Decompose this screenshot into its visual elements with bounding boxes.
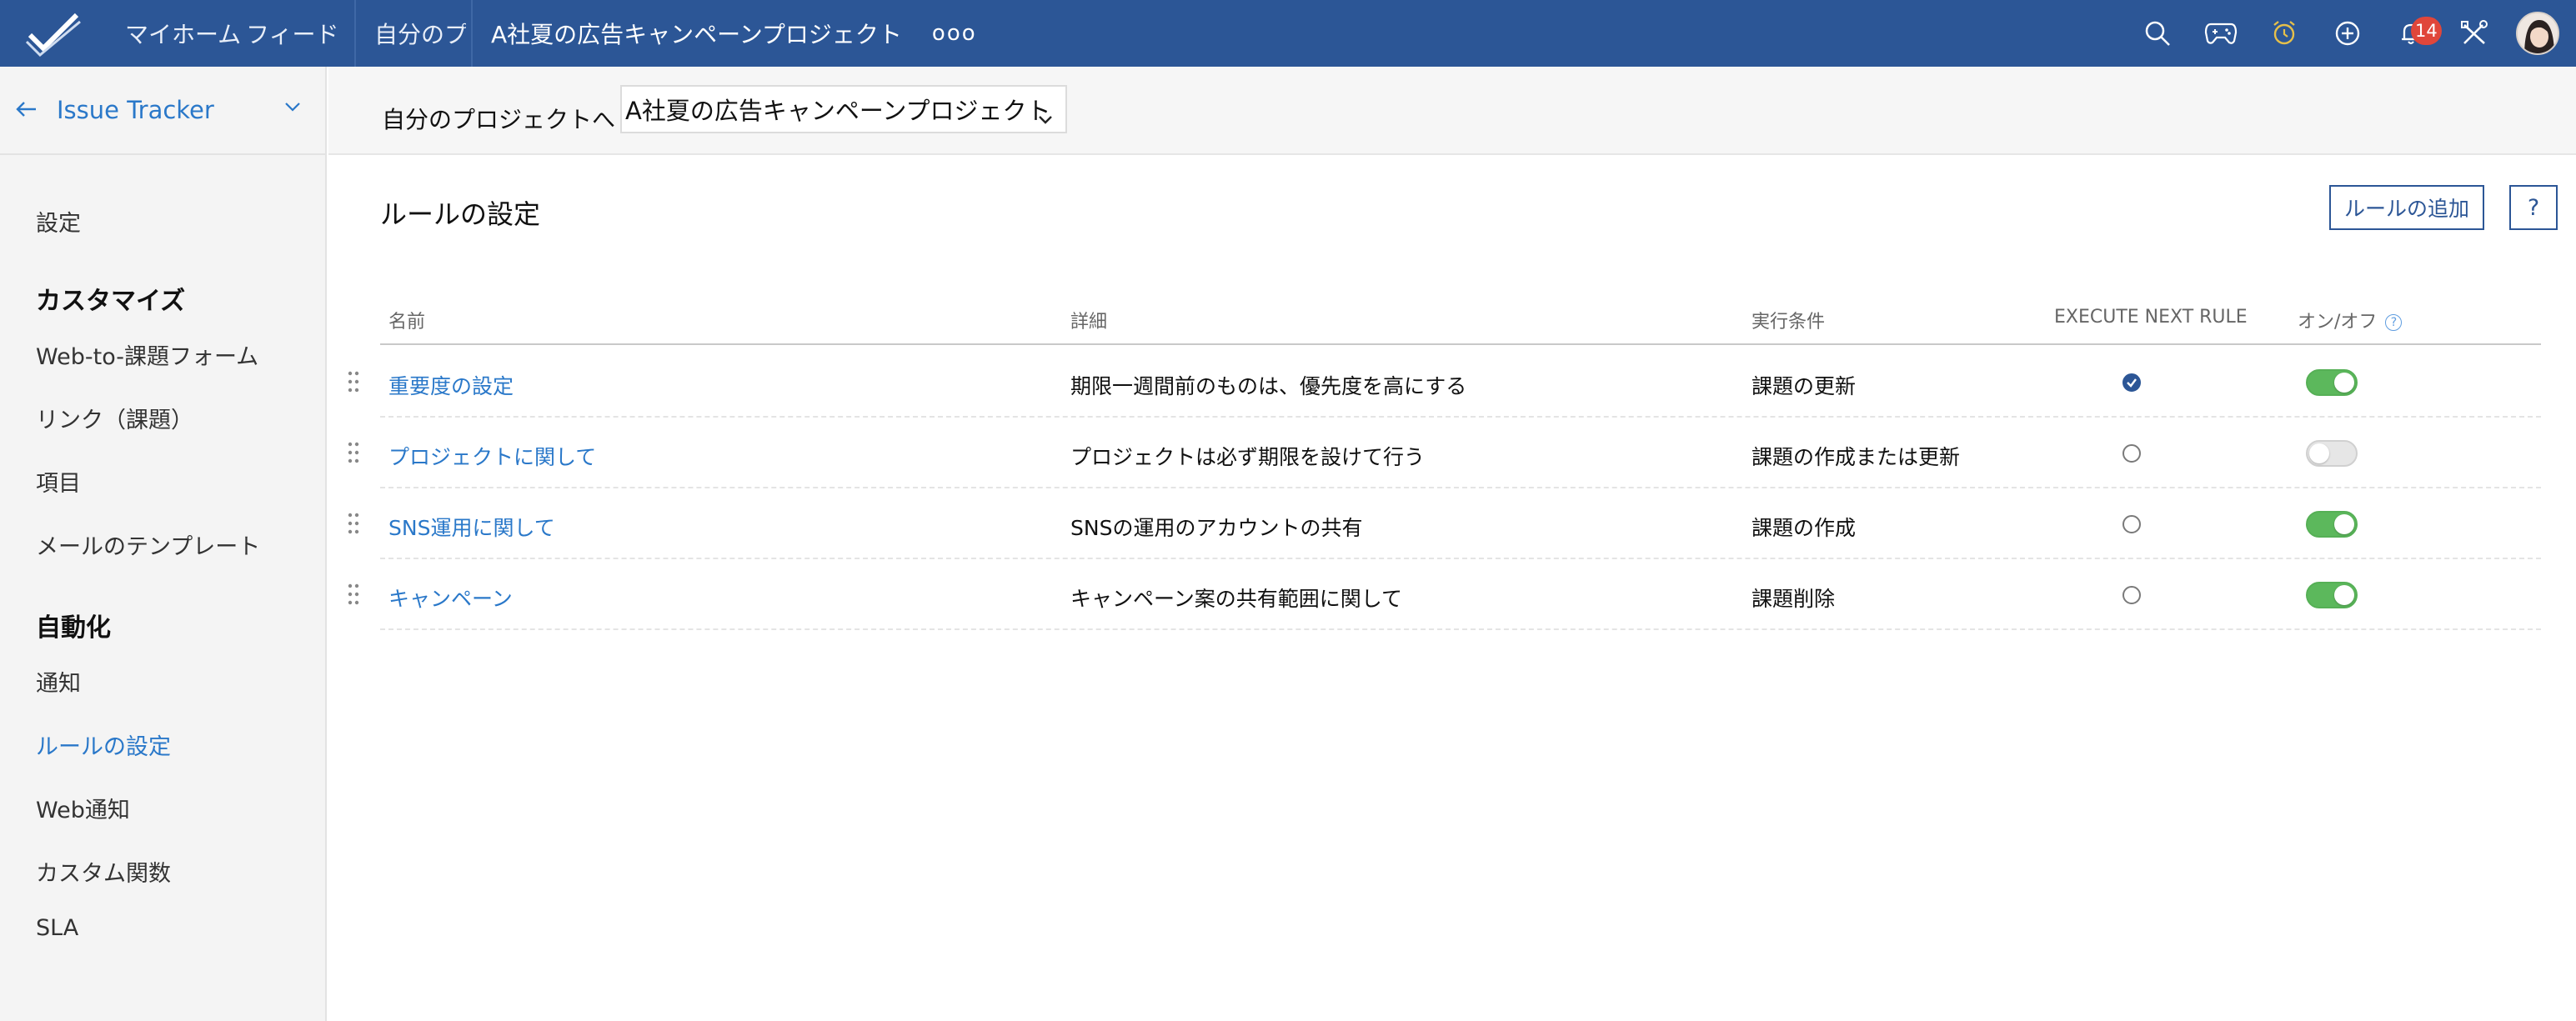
help-circle-icon[interactable]: ? [2385, 314, 2403, 331]
column-header-execute-next-rule: EXECUTE NEXT RULE [2054, 307, 2248, 328]
help-button[interactable]: ? [2509, 185, 2558, 230]
column-header-condition: 実行条件 [1752, 312, 1826, 333]
rule-toggle[interactable] [2306, 369, 2358, 396]
gamepad-icon[interactable] [2189, 0, 2253, 67]
nav-divider [471, 0, 473, 67]
sidebar-item-web-to-issue-form[interactable]: Web-to-課題フォーム [36, 338, 258, 371]
rule-condition: 課題の作成 [1752, 516, 1857, 540]
rule-condition: 課題の更新 [1752, 374, 1857, 398]
column-header-onoff-label: オン/オフ [2298, 312, 2378, 333]
drag-handle-icon[interactable] [347, 512, 360, 535]
table-row: 重要度の設定 期限一週間前のものは、優先度を高にする 課題の更新 [348, 347, 2541, 418]
execute-next-rule-radio[interactable] [2122, 586, 2141, 604]
project-select-value: A社夏の広告キャンペーンプロジェクト [625, 97, 1051, 125]
rule-detail: プロジェクトは必ず期限を設けて行う [1070, 445, 1426, 469]
add-rule-button[interactable]: ルールの追加 [2329, 185, 2484, 230]
drag-handle-icon[interactable] [347, 441, 360, 464]
execute-next-rule-radio[interactable] [2122, 444, 2141, 463]
sidebar-item-email-templates[interactable]: メールのテンプレート [36, 528, 260, 561]
chevron-down-icon[interactable] [283, 100, 302, 116]
rule-detail: SNSの運用のアカウントの共有 [1070, 516, 1363, 540]
rule-toggle[interactable] [2306, 511, 2358, 538]
rules-table-header: 名前 詳細 実行条件 EXECUTE NEXT RULE オン/オフ? [380, 298, 2541, 345]
nav-more-icon[interactable]: ooo [932, 0, 977, 67]
sidebar-item-custom-functions[interactable]: カスタム関数 [36, 855, 171, 888]
app-logo-icon[interactable] [0, 0, 108, 67]
sidebar-item-sla[interactable]: SLA [36, 915, 78, 941]
go-to-project-label: 自分のプロジェクトへ [382, 106, 616, 133]
execute-next-rule-radio[interactable] [2122, 515, 2141, 533]
toggle-knob [2334, 514, 2354, 534]
sidebar-section-automation: 自動化 [36, 613, 111, 643]
sidebar-item-notifications[interactable]: 通知 [36, 665, 81, 698]
sidebar-item-rules[interactable]: ルールの設定 [36, 728, 171, 761]
project-select[interactable]: A社夏の広告キャンペーンプロジェクト [620, 85, 1067, 133]
sidebar-item-links[interactable]: リンク（課題） [36, 402, 193, 434]
toggle-knob [2309, 443, 2329, 463]
notification-badge: 14 [2411, 17, 2442, 45]
sidebar-app-title[interactable]: Issue Tracker [57, 96, 214, 124]
nav-home[interactable]: マイホーム [125, 0, 246, 67]
rule-name-link[interactable]: キャンペーン [388, 583, 513, 613]
rule-detail: キャンペーン案の共有範囲に関して [1070, 587, 1403, 611]
add-circle-icon[interactable] [2316, 0, 2379, 67]
nav-divider [354, 0, 356, 67]
back-arrow-icon[interactable] [15, 96, 48, 125]
nav-feed[interactable]: フィード [246, 0, 338, 67]
drag-handle-icon[interactable] [347, 370, 360, 393]
column-header-detail: 詳細 [1070, 312, 1108, 333]
nav-current-project[interactable]: A社夏の広告キャンペーンプロジェクト [491, 0, 902, 67]
alarm-clock-icon[interactable] [2253, 0, 2316, 67]
rule-name-link[interactable]: 重要度の設定 [388, 370, 514, 400]
table-row: キャンペーン キャンペーン案の共有範囲に関して 課題削除 [348, 559, 2541, 630]
column-header-onoff: オン/オフ? [2298, 307, 2403, 333]
sidebar-item-settings[interactable]: 設定 [36, 205, 81, 238]
sidebar: Issue Tracker 設定 カスタマイズ Web-to-課題フォーム リン… [0, 67, 327, 1021]
topbar-icons: 14 [2126, 0, 2576, 67]
nav-my-projects[interactable]: 自分のプロジェクト [374, 0, 466, 67]
sidebar-section-customize: カスタマイズ [36, 287, 186, 316]
user-avatar[interactable] [2516, 12, 2559, 55]
toggle-knob [2334, 373, 2354, 393]
top-navigation-bar: マイホーム フィード 自分のプロジェクト A社夏の広告キャンペーンプロジェクト … [0, 0, 2576, 67]
page-title: ルールの設定 [380, 198, 541, 230]
project-switcher-bar: 自分のプロジェクトへ A社夏の広告キャンペーンプロジェクト [328, 67, 2576, 155]
sidebar-header[interactable]: Issue Tracker [0, 67, 325, 155]
drag-handle-icon[interactable] [347, 583, 360, 606]
rule-condition: 課題の作成または更新 [1752, 445, 1961, 469]
sidebar-item-web-notifications[interactable]: Web通知 [36, 792, 130, 824]
table-row: SNS運用に関して SNSの運用のアカウントの共有 課題の作成 [348, 488, 2541, 559]
rules-page: ルールの設定 ルールの追加 ? 名前 詳細 実行条件 EXECUTE NEXT … [328, 157, 2576, 1021]
rule-condition: 課題削除 [1752, 587, 1836, 611]
search-icon[interactable] [2126, 0, 2189, 67]
rule-name-link[interactable]: プロジェクトに関して [388, 441, 596, 471]
toggle-knob [2334, 585, 2354, 605]
rule-name-link[interactable]: SNS運用に関して [388, 512, 555, 542]
bell-icon[interactable]: 14 [2379, 0, 2443, 67]
execute-next-rule-radio[interactable] [2122, 373, 2141, 392]
table-row: プロジェクトに関して プロジェクトは必ず期限を設けて行う 課題の作成または更新 [348, 418, 2541, 488]
rule-toggle[interactable] [2306, 440, 2358, 467]
column-header-name: 名前 [388, 312, 426, 333]
chevron-down-icon [1037, 103, 1054, 132]
rule-detail: 期限一週間前のものは、優先度を高にする [1070, 374, 1467, 398]
rule-toggle[interactable] [2306, 582, 2358, 608]
tools-icon[interactable] [2443, 0, 2506, 67]
sidebar-item-fields[interactable]: 項目 [36, 465, 81, 498]
